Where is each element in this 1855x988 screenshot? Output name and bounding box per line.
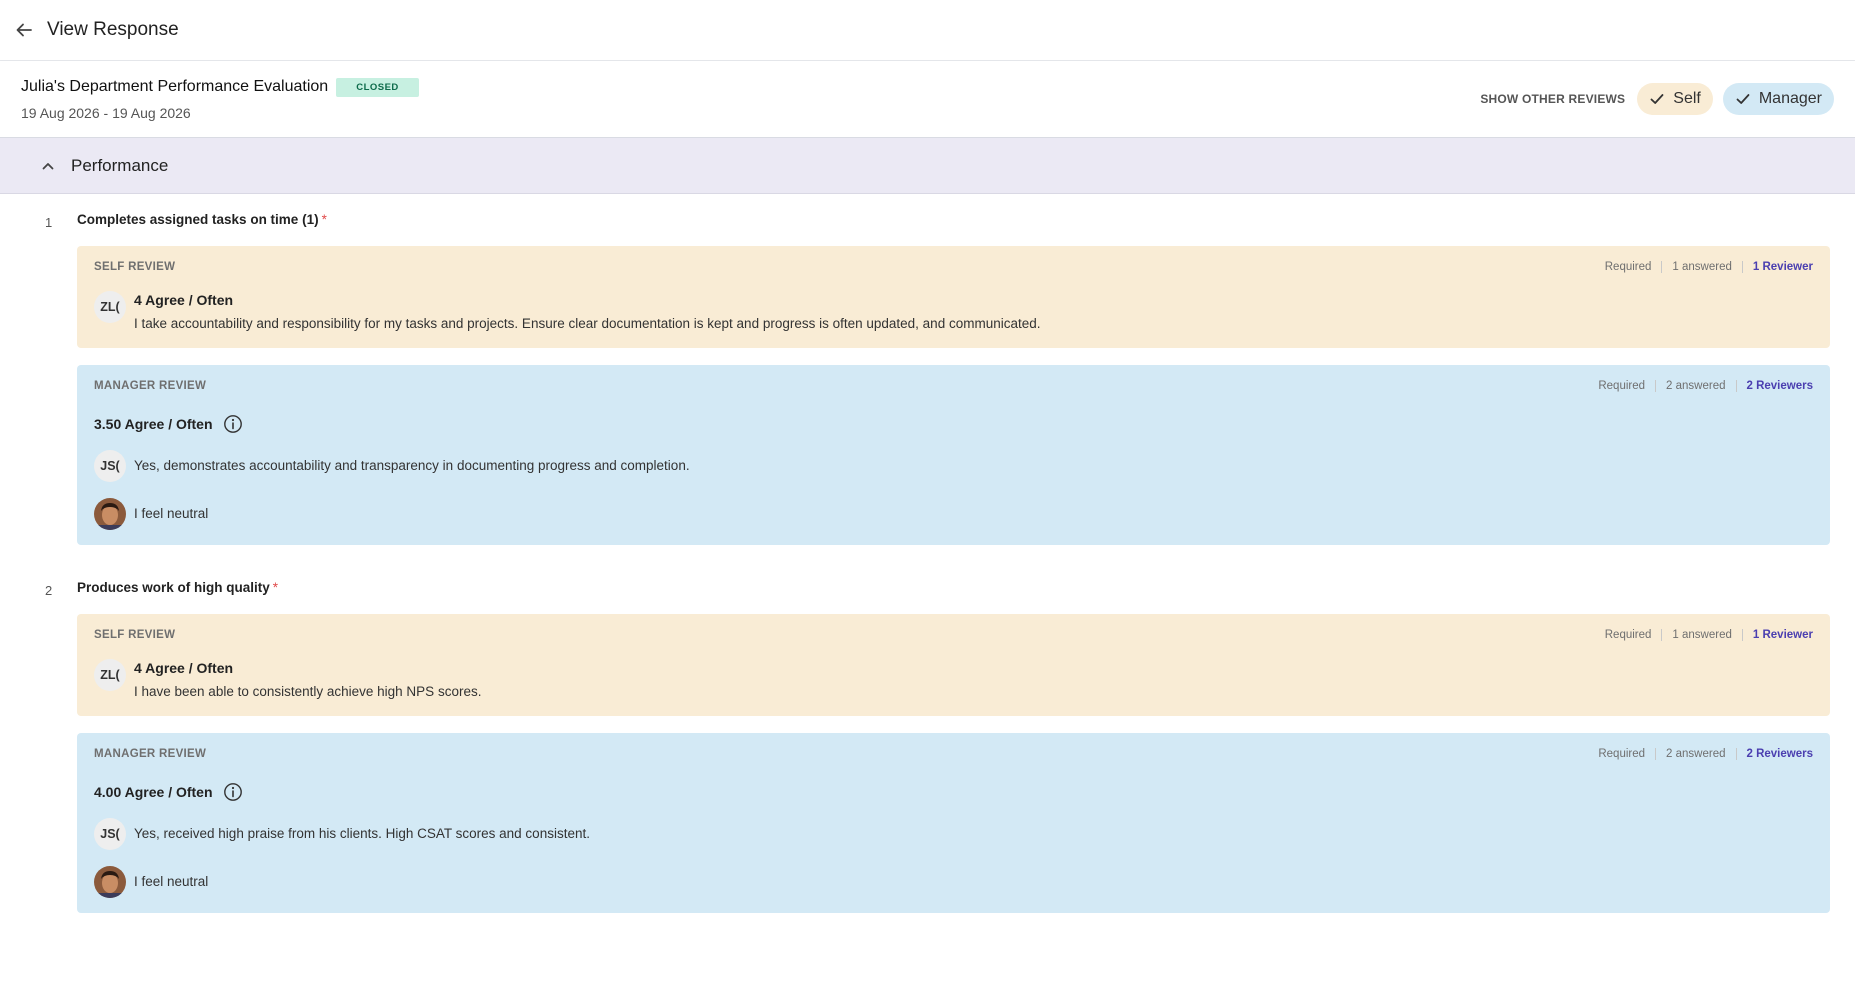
review-meta: Required 2 answered 2 Reviewers bbox=[1598, 380, 1813, 392]
reviewers-link[interactable]: 2 Reviewers bbox=[1747, 380, 1814, 392]
reviewers-link[interactable]: 1 Reviewer bbox=[1753, 261, 1813, 273]
section-header-performance[interactable]: Performance bbox=[0, 138, 1855, 194]
show-other-reviews-label: SHOW OTHER REVIEWS bbox=[1480, 92, 1626, 106]
question-title-text: Produces work of high quality bbox=[77, 580, 270, 595]
info-icon[interactable] bbox=[223, 414, 243, 434]
reviewers-link[interactable]: 2 Reviewers bbox=[1747, 748, 1814, 760]
manager-review-label: MANAGER REVIEW bbox=[94, 380, 207, 392]
self-toggle[interactable]: Self bbox=[1637, 83, 1713, 115]
question-title: Completes assigned tasks on time (1) * bbox=[77, 194, 1830, 246]
check-icon bbox=[1736, 94, 1750, 104]
question-number: 1 bbox=[45, 215, 53, 230]
response-score: 4 Agree / Often bbox=[134, 292, 234, 308]
divider bbox=[1655, 748, 1657, 760]
self-review-label: SELF REVIEW bbox=[94, 629, 176, 641]
review-meta: Required 1 answered 1 Reviewer bbox=[1605, 261, 1813, 273]
self-review-card: SELF REVIEW Required 1 answered 1 Review… bbox=[77, 246, 1830, 348]
questions-list: 1 Completes assigned tasks on time (1) * … bbox=[0, 194, 1855, 913]
divider bbox=[1735, 380, 1737, 392]
form-title: Julia's Department Performance Evaluatio… bbox=[21, 78, 329, 95]
avatar: ZL( bbox=[94, 659, 126, 691]
manager-toggle-label: Manager bbox=[1758, 90, 1822, 107]
response-comment: I feel neutral bbox=[134, 874, 209, 889]
manager-response: I feel neutral bbox=[94, 866, 1813, 898]
answered-count: 2 answered bbox=[1666, 748, 1726, 760]
manager-review-card: MANAGER REVIEW Required 2 answered 2 Rev… bbox=[77, 365, 1830, 545]
response-comment: I feel neutral bbox=[134, 506, 209, 521]
divider bbox=[1661, 629, 1663, 641]
answered-count: 1 answered bbox=[1672, 629, 1732, 641]
manager-review-label: MANAGER REVIEW bbox=[94, 748, 207, 760]
self-review-label: SELF REVIEW bbox=[94, 261, 176, 273]
question-item: 2 Produces work of high quality * SELF RE… bbox=[0, 562, 1855, 913]
required-mark: * bbox=[272, 580, 279, 595]
review-meta: Required 1 answered 1 Reviewer bbox=[1605, 629, 1813, 641]
divider bbox=[1655, 380, 1657, 392]
required-text: Required bbox=[1604, 261, 1652, 273]
self-response: ZL( 4 Agree / Often I have been able to … bbox=[94, 659, 1813, 701]
average-score: 3.50 Agree / Often bbox=[94, 416, 213, 432]
check-icon bbox=[1650, 94, 1664, 104]
required-text: Required bbox=[1598, 380, 1646, 392]
review-meta: Required 2 answered 2 Reviewers bbox=[1598, 748, 1813, 760]
manager-score-row: 3.50 Agree / Often bbox=[94, 414, 1813, 434]
response-comment: Yes, demonstrates accountability and tra… bbox=[134, 458, 690, 473]
form-dates: 19 Aug 2026 - 19 Aug 2026 bbox=[21, 104, 191, 121]
answered-count: 2 answered bbox=[1666, 380, 1726, 392]
form-header: Julia's Department Performance Evaluatio… bbox=[0, 61, 1855, 138]
divider bbox=[1661, 261, 1663, 273]
back-button[interactable] bbox=[8, 14, 40, 46]
average-score: 4.00 Agree / Often bbox=[94, 784, 213, 800]
response-comment: I take accountability and responsibility… bbox=[134, 316, 1041, 331]
response-comment: I have been able to consistently achieve… bbox=[134, 684, 482, 699]
manager-response: JS( Yes, received high praise from his c… bbox=[94, 818, 1813, 850]
required-mark: * bbox=[321, 212, 327, 227]
avatar-photo bbox=[94, 866, 126, 898]
question-title: Produces work of high quality * bbox=[77, 562, 1830, 614]
self-review-card: SELF REVIEW Required 1 answered 1 Review… bbox=[77, 614, 1830, 716]
top-bar: View Response bbox=[0, 0, 1855, 61]
chevron-up-icon[interactable] bbox=[40, 158, 56, 174]
answered-count: 1 answered bbox=[1672, 261, 1732, 273]
avatar-photo bbox=[94, 498, 126, 530]
question-item: 1 Completes assigned tasks on time (1) * … bbox=[0, 194, 1855, 545]
show-other-reviews: SHOW OTHER REVIEWS Self Manager bbox=[1480, 83, 1834, 115]
reviewers-link[interactable]: 1 Reviewer bbox=[1753, 629, 1813, 641]
response-comment: Yes, received high praise from his clien… bbox=[134, 826, 590, 841]
avatar: ZL( bbox=[94, 291, 126, 323]
manager-review-card: MANAGER REVIEW Required 2 answered 2 Rev… bbox=[77, 733, 1830, 913]
section-title: Performance bbox=[71, 155, 169, 175]
self-response: ZL( 4 Agree / Often I take accountabilit… bbox=[94, 291, 1813, 333]
required-text: Required bbox=[1604, 629, 1652, 641]
manager-response: JS( Yes, demonstrates accountability and… bbox=[94, 450, 1813, 482]
manager-score-row: 4.00 Agree / Often bbox=[94, 782, 1813, 802]
manager-toggle[interactable]: Manager bbox=[1722, 83, 1834, 115]
manager-response: I feel neutral bbox=[94, 498, 1813, 530]
question-title-text: Completes assigned tasks on time (1) bbox=[77, 212, 319, 227]
divider bbox=[1741, 261, 1743, 273]
divider bbox=[1735, 748, 1737, 760]
response-score: 4 Agree / Often bbox=[134, 660, 234, 676]
self-toggle-label: Self bbox=[1673, 90, 1701, 107]
form-info: Julia's Department Performance Evaluatio… bbox=[21, 77, 419, 121]
page-title: View Response bbox=[47, 19, 179, 40]
required-text: Required bbox=[1598, 748, 1646, 760]
info-icon[interactable] bbox=[223, 782, 243, 802]
status-badge: CLOSED bbox=[336, 77, 419, 97]
divider bbox=[1741, 629, 1743, 641]
avatar: JS( bbox=[94, 818, 126, 850]
arrow-left-icon bbox=[16, 23, 32, 37]
question-number: 2 bbox=[45, 583, 53, 598]
avatar: JS( bbox=[94, 450, 126, 482]
